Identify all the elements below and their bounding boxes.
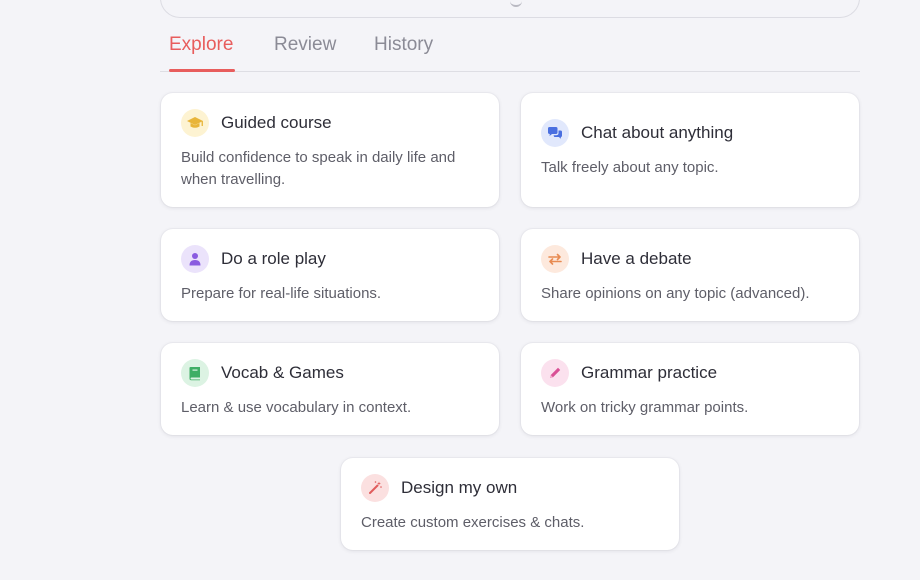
card-description: Build confidence to speak in daily life … <box>181 149 456 188</box>
card-title: Chat about anything <box>581 123 734 142</box>
card-title: Do a role play <box>221 249 326 268</box>
tab-bar: Explore Review History <box>160 30 860 72</box>
card-title: Have a debate <box>581 249 692 268</box>
card-description: Talk freely about any topic. <box>541 159 719 176</box>
card-title: Design my own <box>401 478 518 497</box>
pencil-icon <box>541 359 569 387</box>
card-description: Share opinions on any topic (advanced). <box>541 285 810 302</box>
tab-history[interactable]: History <box>374 34 433 72</box>
magic-wand-icon <box>361 474 389 502</box>
card-title: Guided course <box>221 113 332 132</box>
search-bar[interactable] <box>160 0 860 18</box>
explore-page: Explore Review History Guided course Bui… <box>0 0 920 580</box>
card-description: Learn & use vocabulary in context. <box>181 399 412 416</box>
card-chat-about-anything[interactable]: Chat about anything Talk freely about an… <box>521 93 859 207</box>
card-title: Vocab & Games <box>221 363 344 382</box>
card-description: Prepare for real-life situations. <box>181 285 382 302</box>
card-guided-course[interactable]: Guided course Build confidence to speak … <box>161 93 499 207</box>
tab-explore[interactable]: Explore <box>169 34 236 72</box>
card-role-play[interactable]: Do a role play Prepare for real-life sit… <box>161 229 499 321</box>
card-design-my-own[interactable]: Design my own Create custom exercises & … <box>341 458 679 550</box>
card-vocab-games[interactable]: Vocab & Games Learn & use vocabulary in … <box>161 343 499 435</box>
book-icon <box>181 359 209 387</box>
tab-review[interactable]: Review <box>274 34 336 72</box>
card-description: Work on tricky grammar points. <box>541 399 749 416</box>
card-have-a-debate[interactable]: Have a debate Share opinions on any topi… <box>521 229 859 321</box>
loading-indicator-icon <box>510 1 522 7</box>
card-title: Grammar practice <box>581 363 718 382</box>
card-description: Create custom exercises & chats. <box>361 514 585 531</box>
person-icon <box>181 245 209 273</box>
graduation-cap-icon <box>181 109 209 137</box>
arrows-swap-icon <box>541 245 569 273</box>
card-grammar-practice[interactable]: Grammar practice Work on tricky grammar … <box>521 343 859 435</box>
chat-bubbles-icon <box>541 119 569 147</box>
